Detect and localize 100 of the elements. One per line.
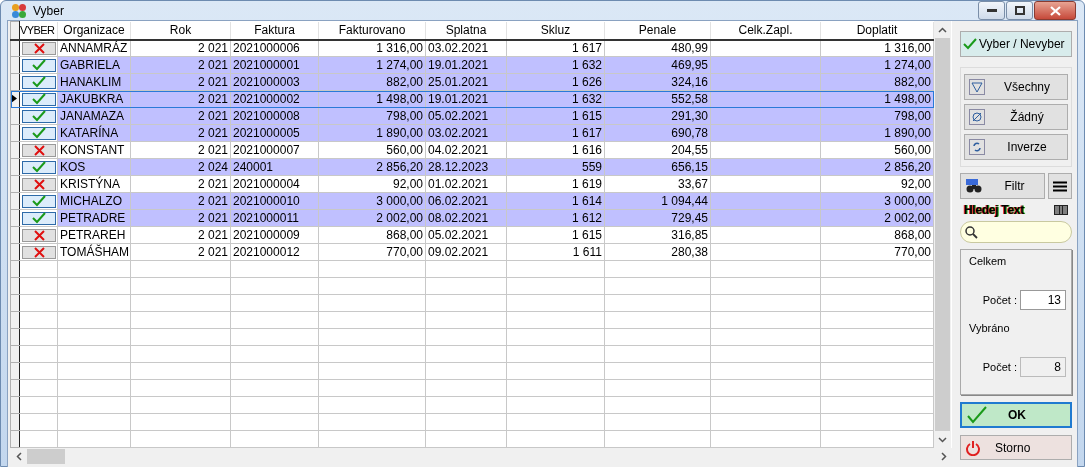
cross-icon (33, 246, 45, 258)
selection-button[interactable]: Žádný (964, 104, 1068, 130)
table-cell: 92,00 (820, 175, 934, 193)
table-cell: 559 (506, 158, 605, 176)
table-cell: 1 890,00 (318, 124, 426, 142)
table-cell: 882,00 (820, 73, 934, 91)
table-cell: 1 617 (506, 39, 605, 57)
scroll-thumb[interactable] (935, 38, 950, 431)
scroll-thumb[interactable] (27, 449, 65, 464)
search-field[interactable] (960, 221, 1072, 243)
table-cell: 2 024 (130, 158, 231, 176)
table-cell: 240001 (230, 158, 319, 176)
table-cell: JAKUBKRA (57, 90, 131, 108)
select-checkbox[interactable] (22, 92, 56, 106)
table-cell: 1 616 (506, 141, 605, 159)
menu-button[interactable] (1048, 173, 1072, 199)
table-cell: 2021000006 (230, 39, 319, 57)
column-header[interactable]: VYBER (19, 21, 58, 40)
table-cell: 2 856,20 (820, 158, 934, 176)
minimize-button[interactable] (978, 1, 1005, 20)
table-cell: 2 021 (130, 209, 231, 227)
select-checkbox[interactable] (22, 58, 56, 72)
table-cell: 04.02.2021 (425, 141, 507, 159)
table-cell: 3 000,00 (820, 192, 934, 210)
table-cell: 798,00 (318, 107, 426, 125)
select-checkbox[interactable] (22, 245, 56, 259)
funnel-icon (969, 79, 985, 95)
table-cell: 690,78 (604, 124, 711, 142)
select-checkbox[interactable] (22, 177, 56, 191)
column-header[interactable]: Rok (130, 21, 231, 40)
table-cell: 05.02.2021 (425, 107, 507, 125)
table-cell: KOS (57, 158, 131, 176)
table-cell: 2 021 (130, 124, 231, 142)
vertical-scrollbar[interactable] (934, 21, 951, 448)
table-cell: 316,85 (604, 226, 711, 244)
selection-button[interactable]: Všechny (964, 74, 1068, 100)
table-cell: 560,00 (820, 141, 934, 159)
close-button[interactable] (1034, 1, 1076, 20)
table-cell: 204,55 (604, 141, 711, 159)
count-label: Počet : (982, 294, 1017, 306)
select-checkbox[interactable] (22, 194, 56, 208)
table-cell: 480,99 (604, 39, 711, 57)
column-header[interactable]: Fakturovano (318, 21, 426, 40)
table-cell: 2021000002 (230, 90, 319, 108)
ok-button[interactable]: OK (960, 402, 1072, 428)
column-header[interactable]: Celk.Zapl. (710, 21, 821, 40)
scroll-left-icon[interactable] (15, 452, 22, 461)
count-field[interactable]: 13 (1020, 290, 1066, 310)
toggle-selection-button[interactable]: Vyber / Nevyber (960, 31, 1072, 57)
table-cell: PETRAREH (57, 226, 131, 244)
table-cell: 01.02.2021 (425, 175, 507, 193)
column-header[interactable]: Doplatit (820, 21, 934, 40)
table-cell: 2021000011 (230, 209, 319, 227)
table-cell: 2021000001 (230, 56, 319, 74)
totals-heading: Vybráno (969, 322, 1010, 334)
column-header[interactable]: Faktura (230, 21, 319, 40)
table-cell: 2 021 (130, 56, 231, 74)
scroll-down-icon[interactable] (938, 436, 947, 443)
swap-icon (969, 139, 985, 155)
table-cell: JANAMAZA (57, 107, 131, 125)
select-checkbox[interactable] (22, 126, 56, 140)
column-header[interactable]: Organizace (57, 21, 131, 40)
cancel-button[interactable]: Storno (960, 435, 1072, 460)
select-checkbox[interactable] (22, 211, 56, 225)
select-checkbox[interactable] (22, 228, 56, 242)
table-cell: 1 316,00 (318, 39, 426, 57)
minimize-icon (986, 8, 997, 13)
filter-button[interactable]: Filtr (960, 173, 1045, 199)
selection-button[interactable]: Inverze (964, 134, 1068, 160)
table-cell: 1 274,00 (820, 56, 934, 74)
scroll-up-icon[interactable] (938, 26, 947, 33)
scroll-right-icon[interactable] (940, 452, 947, 461)
column-header[interactable]: Skluz (506, 21, 605, 40)
maximize-icon (1014, 6, 1025, 15)
table-cell: 2021000007 (230, 141, 319, 159)
cross-icon (33, 42, 45, 54)
table-cell: 2 002,00 (318, 209, 426, 227)
check-icon (32, 110, 46, 122)
select-checkbox[interactable] (22, 143, 56, 157)
table-cell: 05.02.2021 (425, 226, 507, 244)
select-checkbox[interactable] (22, 109, 56, 123)
table-cell: PETRADRE (57, 209, 131, 227)
select-checkbox[interactable] (22, 41, 56, 55)
table-cell: 656,15 (604, 158, 711, 176)
table-cell: 770,00 (820, 243, 934, 261)
table-cell: 469,95 (604, 56, 711, 74)
table-cell: 1 632 (506, 56, 605, 74)
table-cell: 09.02.2021 (425, 243, 507, 261)
maximize-button[interactable] (1006, 1, 1033, 20)
power-icon (965, 439, 981, 456)
table-cell: 03.02.2021 (425, 124, 507, 142)
select-checkbox[interactable] (22, 160, 56, 174)
table-cell: HANAKLIM (57, 73, 131, 91)
column-header[interactable]: Penale (604, 21, 711, 40)
table-cell: 19.01.2021 (425, 56, 507, 74)
table-cell: 1 615 (506, 107, 605, 125)
table-cell: 324,16 (604, 73, 711, 91)
column-header[interactable]: Splatna (425, 21, 507, 40)
count-field[interactable]: 8 (1020, 357, 1066, 377)
select-checkbox[interactable] (22, 75, 56, 89)
